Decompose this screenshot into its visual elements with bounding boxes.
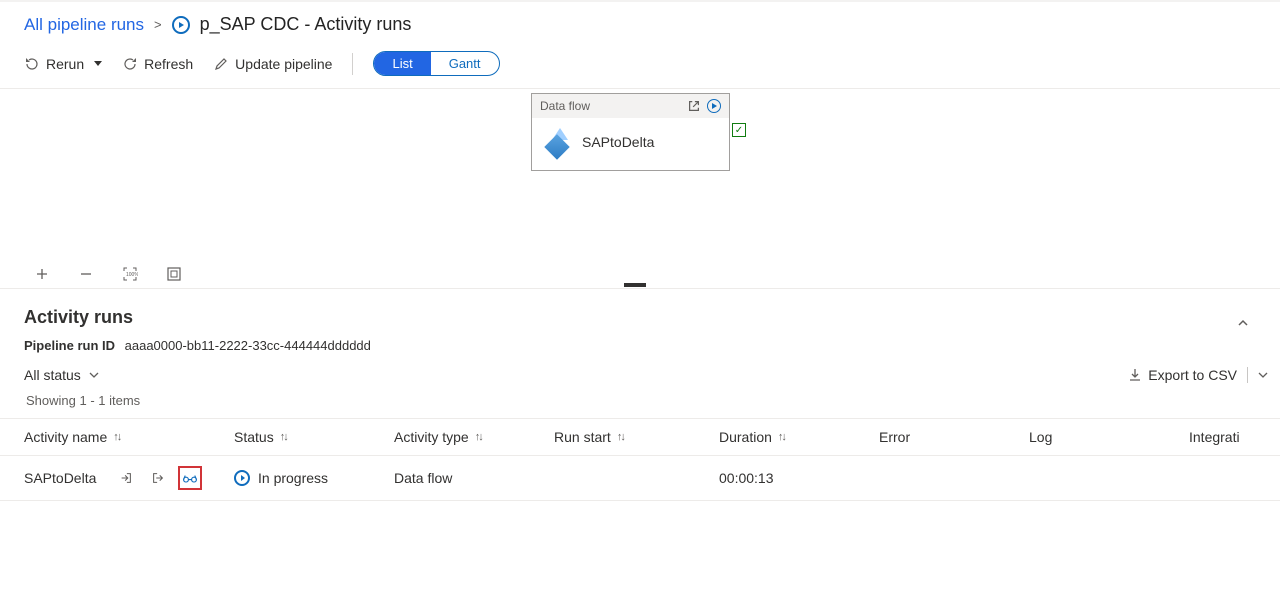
chevron-down-icon bbox=[89, 370, 99, 380]
chevron-down-icon bbox=[1258, 370, 1268, 380]
download-icon bbox=[1128, 368, 1142, 382]
activity-table: Activity name↑↓ Status↑↓ Activity type↑↓… bbox=[0, 418, 1280, 501]
zoom-out-button[interactable] bbox=[78, 266, 94, 282]
sort-icon: ↑↓ bbox=[617, 431, 624, 443]
run-state-icon bbox=[707, 99, 721, 113]
view-toggle: List Gantt bbox=[373, 51, 499, 76]
resize-handle[interactable] bbox=[624, 283, 646, 287]
pipeline-canvas[interactable]: Data flow SAPtoDelta ✓ 100% bbox=[0, 89, 1280, 289]
table-row: SAPtoDelta In progress Data flow 00:00:1… bbox=[0, 455, 1280, 501]
breadcrumb: All pipeline runs > p_SAP CDC - Activity… bbox=[0, 2, 1280, 39]
sort-icon: ↑↓ bbox=[475, 431, 482, 443]
refresh-button[interactable]: Refresh bbox=[122, 56, 193, 72]
view-list-button[interactable]: List bbox=[374, 52, 430, 75]
rerun-icon bbox=[24, 56, 40, 72]
export-more-button[interactable] bbox=[1258, 370, 1268, 380]
pencil-icon bbox=[213, 56, 229, 72]
status-filter-label: All status bbox=[24, 367, 81, 383]
status-text: In progress bbox=[258, 470, 328, 486]
output-icon[interactable] bbox=[146, 466, 170, 490]
cell-duration: 00:00:13 bbox=[719, 470, 879, 486]
col-duration[interactable]: Duration↑↓ bbox=[719, 429, 879, 445]
run-id-value: aaaa0000-bb11-2222-33cc-444444dddddd bbox=[125, 338, 371, 353]
sort-icon: ↑↓ bbox=[280, 431, 287, 443]
dataflow-icon bbox=[544, 128, 572, 156]
cell-activity-name: SAPtoDelta bbox=[24, 466, 234, 490]
node-title: SAPtoDelta bbox=[582, 134, 654, 150]
separator bbox=[1247, 367, 1248, 383]
glasses-details-icon[interactable] bbox=[178, 466, 202, 490]
view-gantt-button[interactable]: Gantt bbox=[431, 52, 499, 75]
sort-icon: ↑↓ bbox=[778, 431, 785, 443]
refresh-label: Refresh bbox=[144, 56, 193, 72]
col-log[interactable]: Log bbox=[1029, 429, 1189, 445]
update-label: Update pipeline bbox=[235, 56, 332, 72]
node-body: SAPtoDelta bbox=[532, 118, 729, 170]
refresh-icon bbox=[122, 56, 138, 72]
zoom-fit-button[interactable]: 100% bbox=[122, 266, 138, 282]
pipeline-icon bbox=[172, 16, 190, 34]
toolbar-divider bbox=[352, 53, 353, 75]
export-area: Export to CSV bbox=[1128, 367, 1268, 383]
export-label: Export to CSV bbox=[1148, 367, 1237, 383]
collapse-section-button[interactable] bbox=[1230, 310, 1256, 336]
page-title: p_SAP CDC - Activity runs bbox=[200, 14, 412, 35]
dataflow-node[interactable]: Data flow SAPtoDelta bbox=[531, 93, 730, 171]
in-progress-icon bbox=[234, 470, 250, 486]
export-csv-button[interactable]: Export to CSV bbox=[1128, 367, 1237, 383]
input-icon[interactable] bbox=[114, 466, 138, 490]
activity-name-text: SAPtoDelta bbox=[24, 470, 96, 486]
col-error[interactable]: Error bbox=[879, 429, 1029, 445]
breadcrumb-root-link[interactable]: All pipeline runs bbox=[24, 15, 144, 35]
pipeline-run-id: Pipeline run ID aaaa0000-bb11-2222-33cc-… bbox=[24, 338, 1256, 353]
result-count: Showing 1 - 1 items bbox=[0, 393, 1280, 418]
col-activity-name[interactable]: Activity name↑↓ bbox=[24, 429, 234, 445]
success-check-icon: ✓ bbox=[732, 123, 746, 137]
toolbar: Rerun Refresh Update pipeline List Gantt bbox=[0, 39, 1280, 89]
col-integration[interactable]: Integrati bbox=[1189, 429, 1280, 445]
node-header: Data flow bbox=[532, 94, 729, 118]
canvas-tools: 100% bbox=[34, 266, 182, 282]
section-heading: Activity runs bbox=[24, 307, 133, 328]
cell-activity-type: Data flow bbox=[394, 470, 554, 486]
chevron-right-icon: > bbox=[154, 17, 162, 32]
run-id-label: Pipeline run ID bbox=[24, 338, 115, 353]
rerun-label: Rerun bbox=[46, 56, 84, 72]
status-filter-dropdown[interactable]: All status bbox=[24, 367, 99, 383]
zoom-in-button[interactable] bbox=[34, 266, 50, 282]
update-pipeline-button[interactable]: Update pipeline bbox=[213, 56, 332, 72]
filter-row: All status Export to CSV bbox=[0, 367, 1280, 393]
node-type-label: Data flow bbox=[540, 99, 590, 113]
activity-runs-section: Activity runs Pipeline run ID aaaa0000-b… bbox=[0, 289, 1280, 353]
fullscreen-button[interactable] bbox=[166, 266, 182, 282]
col-status[interactable]: Status↑↓ bbox=[234, 429, 394, 445]
rerun-button[interactable]: Rerun bbox=[24, 56, 102, 72]
cell-status: In progress bbox=[234, 470, 394, 486]
col-run-start[interactable]: Run start↑↓ bbox=[554, 429, 719, 445]
col-activity-type[interactable]: Activity type↑↓ bbox=[394, 429, 554, 445]
sort-icon: ↑↓ bbox=[113, 431, 120, 443]
caret-down-icon bbox=[94, 61, 102, 66]
table-header: Activity name↑↓ Status↑↓ Activity type↑↓… bbox=[0, 418, 1280, 455]
svg-text:100%: 100% bbox=[126, 272, 138, 278]
open-external-icon[interactable] bbox=[687, 99, 701, 113]
